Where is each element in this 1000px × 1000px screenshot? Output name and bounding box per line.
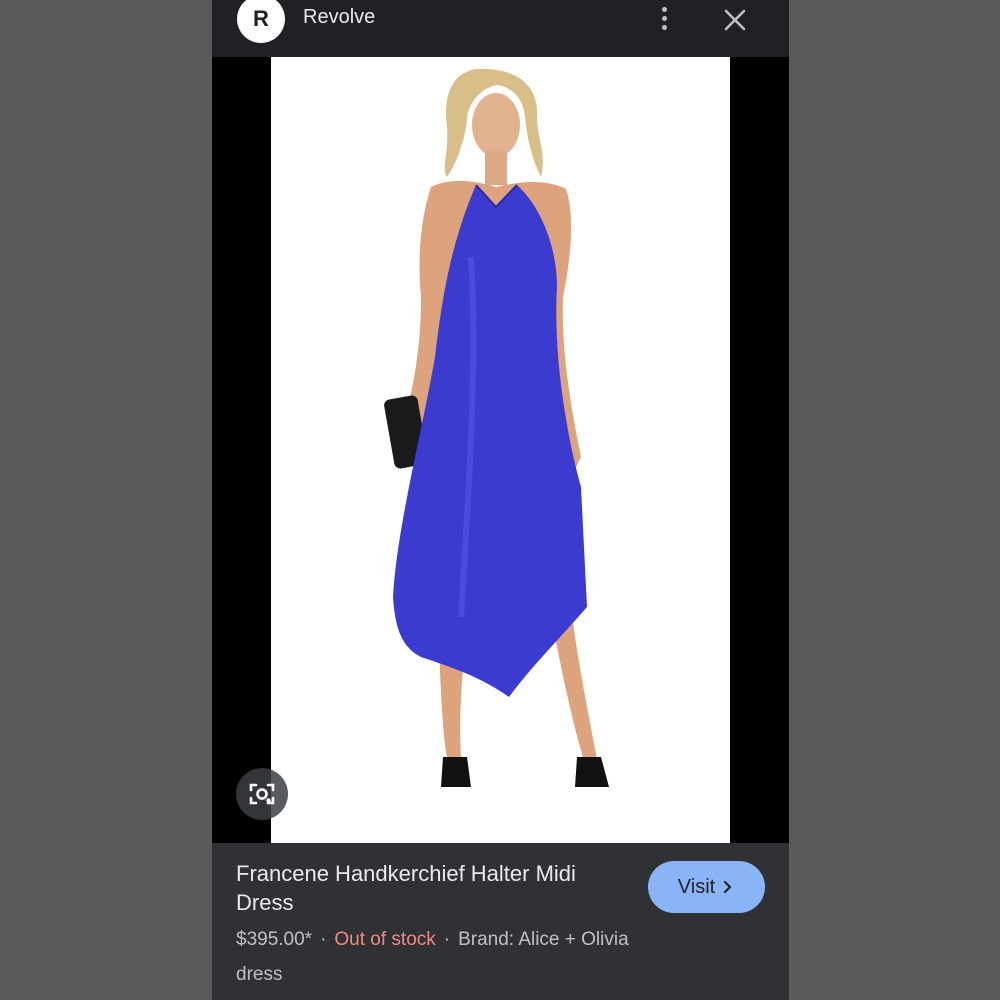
stock-status: Out of stock <box>334 929 436 950</box>
site-logo[interactable]: R <box>237 0 285 43</box>
image-viewer-panel: R Revolve Francene Handkerchief Halter M… <box>212 0 789 1000</box>
site-name[interactable]: Revolve <box>303 6 375 29</box>
product-info-panel: Francene Handkerchief Halter Midi Dress … <box>212 843 789 1000</box>
more-vert-icon[interactable] <box>653 4 677 34</box>
visit-button[interactable]: Visit <box>648 861 765 913</box>
product-image-area <box>212 57 789 843</box>
brand: Brand: Alice + Olivia <box>458 929 629 950</box>
separator: · <box>443 929 451 950</box>
site-logo-letter: R <box>253 6 269 31</box>
product-photo[interactable] <box>271 57 730 843</box>
lens-search-icon[interactable] <box>236 768 288 820</box>
product-meta: $395.00* · Out of stock · Brand: Alice + Oli… <box>236 929 629 951</box>
viewer-header: R Revolve <box>212 0 789 57</box>
chevron-right-icon <box>724 880 732 894</box>
product-category: dress <box>236 964 283 985</box>
product-title[interactable]: Francene Handkerchief Halter Midi Dress <box>236 859 636 917</box>
close-icon[interactable] <box>720 5 750 35</box>
separator: · <box>320 929 327 950</box>
price: $395.00* <box>236 929 313 950</box>
visit-label: Visit <box>677 875 716 898</box>
dress-illustration <box>384 68 609 787</box>
